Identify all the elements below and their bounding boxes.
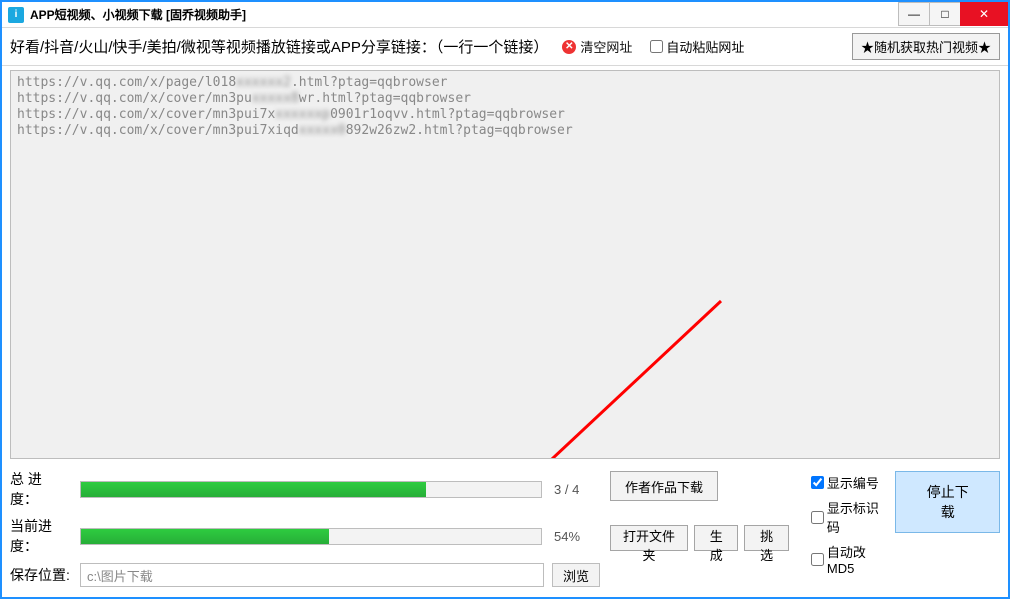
auto-md5-label: 自动改MD5 <box>827 542 886 576</box>
current-progress-bar <box>80 528 542 545</box>
total-progress-bar <box>80 481 542 498</box>
show-index-input[interactable] <box>811 476 824 489</box>
auto-paste-label: 自动粘贴网址 <box>666 37 744 56</box>
annotation-arrow-icon <box>471 291 731 459</box>
show-code-label: 显示标识码 <box>827 498 886 536</box>
clear-urls-button[interactable]: ✕ 清空网址 <box>562 37 632 56</box>
author-works-button[interactable]: 作者作品下载 <box>610 471 718 501</box>
titlebar: i APP短视频、小视频下载 [固乔视频助手] — □ ✕ <box>2 2 1008 28</box>
clear-icon: ✕ <box>562 40 576 54</box>
clear-urls-label: 清空网址 <box>580 37 632 56</box>
bottom-panel: 总 进 度： 3 / 4 当前进度： 54% 保存位置: 浏览 <box>2 463 1008 597</box>
generate-button[interactable]: 生成 <box>694 525 738 551</box>
browse-button[interactable]: 浏览 <box>552 563 600 587</box>
save-location-label: 保存位置: <box>10 565 72 585</box>
current-progress-label: 当前进度： <box>10 516 72 556</box>
save-path-input[interactable] <box>80 563 544 587</box>
window-title: APP短视频、小视频下载 [固乔视频助手] <box>30 6 899 23</box>
show-index-label: 显示编号 <box>827 473 879 492</box>
auto-md5-checkbox[interactable]: 自动改MD5 <box>811 542 886 576</box>
show-code-input[interactable] <box>811 511 824 524</box>
auto-md5-input[interactable] <box>811 553 824 566</box>
maximize-button[interactable]: □ <box>929 2 961 26</box>
pick-button[interactable]: 挑选 <box>744 525 788 551</box>
auto-paste-checkbox[interactable]: 自动粘贴网址 <box>650 37 744 56</box>
total-progress-text: 3 / 4 <box>550 482 600 497</box>
toolbar: 好看/抖音/火山/快手/美拍/微视等视频播放链接或APP分享链接：（一行一个链接… <box>2 28 1008 66</box>
show-index-checkbox[interactable]: 显示编号 <box>811 473 886 492</box>
total-progress-label: 总 进 度： <box>10 469 72 509</box>
url-textarea[interactable]: https://v.qq.com/x/page/l018xxxxxx2.html… <box>10 70 1000 459</box>
open-folder-button[interactable]: 打开文件夹 <box>610 525 688 551</box>
show-code-checkbox[interactable]: 显示标识码 <box>811 498 886 536</box>
minimize-button[interactable]: — <box>898 2 930 26</box>
current-progress-text: 54% <box>550 529 600 544</box>
toolbar-instruction: 好看/抖音/火山/快手/美拍/微视等视频播放链接或APP分享链接：（一行一个链接… <box>10 36 548 57</box>
random-hot-videos-button[interactable]: ★随机获取热门视频★ <box>852 33 1000 60</box>
app-icon: i <box>8 7 24 23</box>
close-button[interactable]: ✕ <box>960 2 1008 26</box>
stop-download-button[interactable]: 停止下载 <box>895 471 1000 533</box>
auto-paste-input[interactable] <box>650 40 663 53</box>
